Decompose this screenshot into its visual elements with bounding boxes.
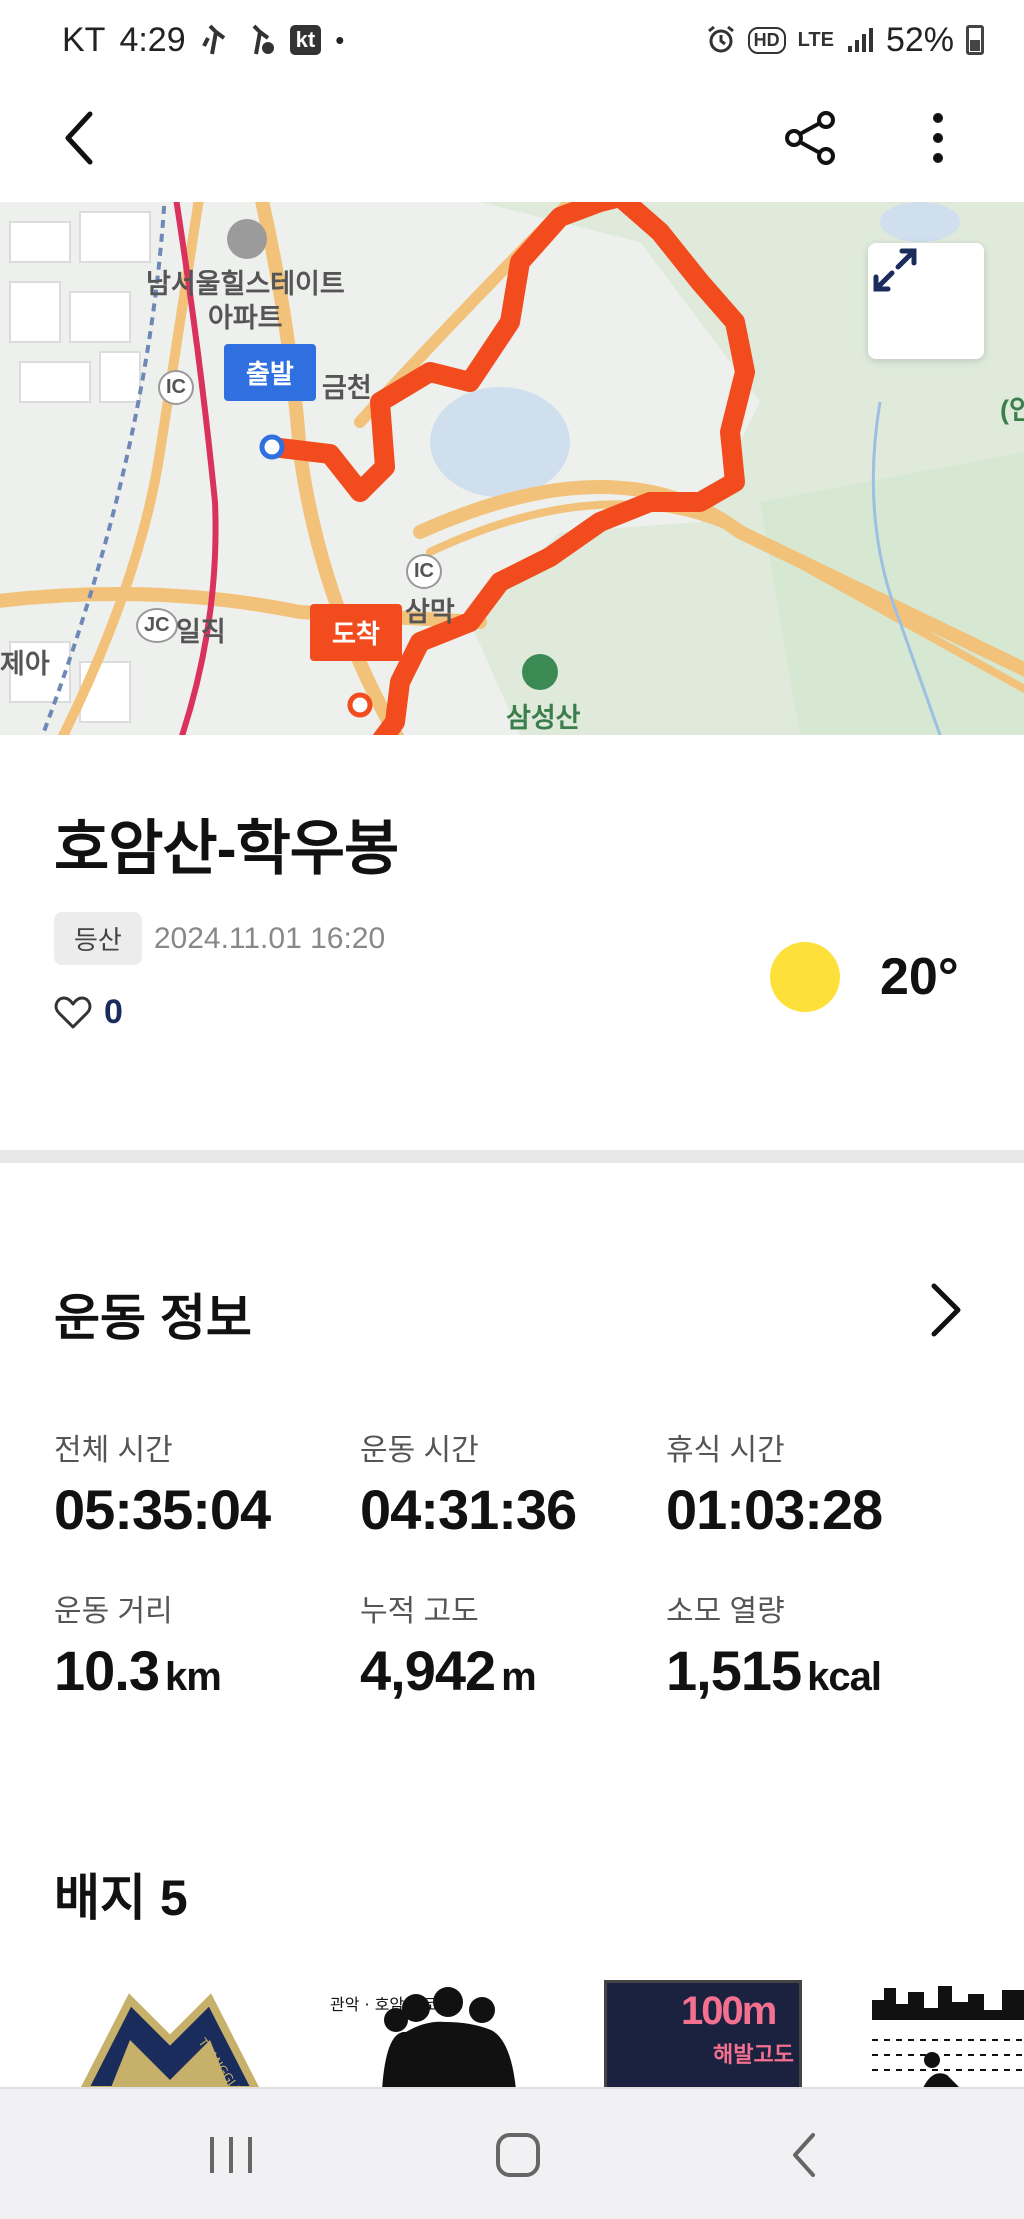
stat-label: 운동 거리	[54, 1595, 173, 1628]
stat-label: 운동 시간	[360, 1434, 479, 1467]
stat-total-time: 전체 시간 05:35:04	[54, 1425, 360, 1542]
map-label-samseongsan: 삼성산	[506, 703, 581, 733]
more-vertical-icon	[933, 113, 943, 163]
app-bar	[0, 80, 1024, 202]
activity-datetime: 2024.11.01 16:20	[153, 921, 386, 955]
map-label-iljik: 일직	[176, 617, 226, 647]
temperature: 20°	[880, 948, 959, 1006]
activity-meta: 등산 2024.11.01 16:20	[54, 912, 385, 965]
alarm-icon	[706, 25, 736, 55]
stat-unit: km	[165, 1655, 222, 1699]
stat-value: 05:35:04	[54, 1478, 271, 1541]
stat-rest-time: 휴식 시간 01:03:28	[666, 1425, 972, 1542]
badge-tranggle[interactable]: TRANGGLE	[79, 1980, 261, 2090]
expand-map-button[interactable]	[868, 243, 984, 359]
stat-unit: m	[501, 1655, 537, 1699]
activity-type-tag: 등산	[54, 912, 142, 965]
section-divider	[0, 1150, 1024, 1163]
stat-label: 전체 시간	[54, 1434, 173, 1467]
stat-value: 10.3 km	[54, 1638, 360, 1703]
sun-icon	[770, 942, 840, 1012]
stat-label: 휴식 시간	[666, 1434, 785, 1467]
badge-altitude-value: 100m	[681, 1989, 777, 2033]
badge-text: 관악 · 호암산 코스3	[330, 1995, 464, 2014]
badge-skyline[interactable]	[872, 1980, 1024, 2090]
stat-elevation: 누적 고도 4,942 m	[360, 1586, 666, 1703]
hikers-silhouette-icon: 관악 · 호암산 코스3	[330, 1987, 516, 2090]
badges-heading: 배지 5	[54, 1870, 188, 1926]
map-label-apartment-2: 아파트	[208, 303, 283, 333]
stat-number: 1,515	[666, 1639, 802, 1702]
stat-moving-time: 운동 시간 04:31:36	[360, 1425, 666, 1542]
back-button[interactable]	[40, 98, 120, 178]
more-options-button[interactable]	[898, 98, 978, 178]
share-button[interactable]	[770, 98, 850, 178]
stat-label: 소모 열량	[666, 1595, 785, 1628]
hiking-notification-icon-2	[244, 24, 276, 56]
recent-apps-icon	[210, 2137, 252, 2173]
stat-number: 10.3	[54, 1639, 160, 1702]
status-bar: KT 4:29 kt • HD LTE 52%	[0, 0, 1024, 80]
start-marker: 출발	[224, 344, 316, 401]
carrier-label: KT	[62, 20, 106, 59]
notification-dot: •	[335, 24, 345, 55]
exercise-stats: 전체 시간 05:35:04 운동 시간 04:31:36 휴식 시간 01:0…	[54, 1425, 974, 1703]
stat-value: 01:03:28	[666, 1478, 883, 1541]
system-back-button[interactable]	[760, 2115, 850, 2195]
weather: 20°	[770, 942, 959, 1012]
hiking-notification-icon	[200, 24, 230, 56]
badge-altitude-label: 해발고도	[713, 2042, 794, 2067]
stat-distance: 운동 거리 10.3 km	[54, 1586, 360, 1703]
stat-number: 4,942	[360, 1639, 496, 1702]
stat-value: 1,515 kcal	[666, 1638, 972, 1703]
signal-icon	[846, 26, 874, 54]
heart-icon	[54, 996, 92, 1028]
activity-title: 호암산-학우봉	[54, 815, 399, 882]
back-arrow-icon	[793, 2133, 815, 2177]
mountain-badge-icon: TRANGGLE	[79, 1993, 261, 2090]
route-map[interactable]: 남서울힐스테이트 아파트 금천 IC IC JC 일직 삼막 삼성산 (인 제아…	[0, 202, 1024, 735]
system-nav-bar	[0, 2087, 1024, 2219]
stat-unit: kcal	[807, 1655, 882, 1699]
stat-value: 04:31:36	[360, 1478, 577, 1541]
stat-calories: 소모 열량 1,515 kcal	[666, 1586, 972, 1703]
clock: 4:29	[119, 20, 186, 59]
like-button[interactable]: 0	[54, 993, 123, 1032]
badge-list: TRANGGLE 관악 · 호암산 코스3 100m 해발고도	[0, 1980, 1024, 2090]
kt-app-icon: kt	[289, 25, 322, 55]
hd-voice-icon: HD	[747, 26, 786, 54]
badge-gwanak-course3[interactable]: 관악 · 호암산 코스3	[326, 1980, 536, 2090]
stat-label: 누적 고도	[360, 1595, 479, 1628]
map-label-edge-left: 제아	[0, 649, 50, 679]
exercise-info-detail-button[interactable]	[920, 1280, 970, 1340]
home-icon	[496, 2133, 540, 2177]
map-label-jc: JC	[136, 608, 178, 643]
map-label-sammak: 삼막	[405, 597, 455, 627]
badge-100m-altitude[interactable]: 100m 해발고도	[604, 1980, 802, 2090]
lte-icon: LTE	[797, 28, 834, 51]
like-count: 0	[104, 993, 123, 1031]
chevron-left-icon	[65, 111, 93, 165]
end-marker: 도착	[310, 604, 402, 661]
share-icon	[785, 111, 835, 165]
exercise-info-heading: 운동 정보	[54, 1290, 252, 1346]
map-label-ic-2: IC	[406, 554, 442, 589]
chevron-right-icon	[931, 1283, 961, 1337]
map-label-edge-right: (인	[1000, 395, 1024, 425]
map-label-geumcheon: 금천	[322, 373, 372, 403]
stat-value: 4,942 m	[360, 1638, 666, 1703]
battery-icon	[966, 25, 984, 55]
home-button[interactable]	[473, 2115, 563, 2195]
map-label-ic: IC	[158, 370, 194, 405]
battery-percent: 52%	[885, 20, 954, 59]
recent-apps-button[interactable]	[186, 2115, 276, 2195]
expand-icon	[873, 248, 917, 292]
skyline-badge-icon	[872, 1986, 1024, 2090]
